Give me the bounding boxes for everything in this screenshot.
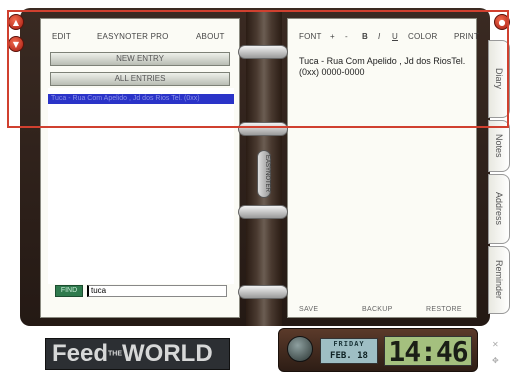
time-display: 14:46 (384, 336, 472, 367)
tab-address[interactable]: Address (488, 174, 510, 244)
day-label: FRIDAY (333, 340, 365, 348)
banner-word-world: WORLD (122, 340, 213, 367)
binder-ring (238, 205, 288, 219)
highlight-box (7, 10, 509, 128)
binder-ring (238, 285, 288, 299)
move-icon[interactable]: ✥ (492, 356, 499, 365)
feed-the-world-banner[interactable]: FeedTHEWORLD (45, 338, 230, 370)
search-input[interactable]: tuca (87, 285, 227, 297)
spine-label: EASYNOTER (257, 150, 271, 198)
restore-button[interactable]: RESTORE (426, 306, 462, 313)
find-button[interactable]: FIND (55, 285, 83, 297)
banner-word-feed: Feed (52, 340, 109, 367)
banner-word-the: THE (108, 350, 123, 358)
save-button[interactable]: SAVE (299, 306, 318, 313)
date-label: FEB. 18 (330, 351, 368, 361)
tab-reminder[interactable]: Reminder (488, 246, 510, 314)
close-x-icon[interactable]: ✕ (492, 340, 499, 349)
orb-button[interactable] (287, 336, 313, 362)
backup-button[interactable]: BACKUP (362, 306, 393, 313)
